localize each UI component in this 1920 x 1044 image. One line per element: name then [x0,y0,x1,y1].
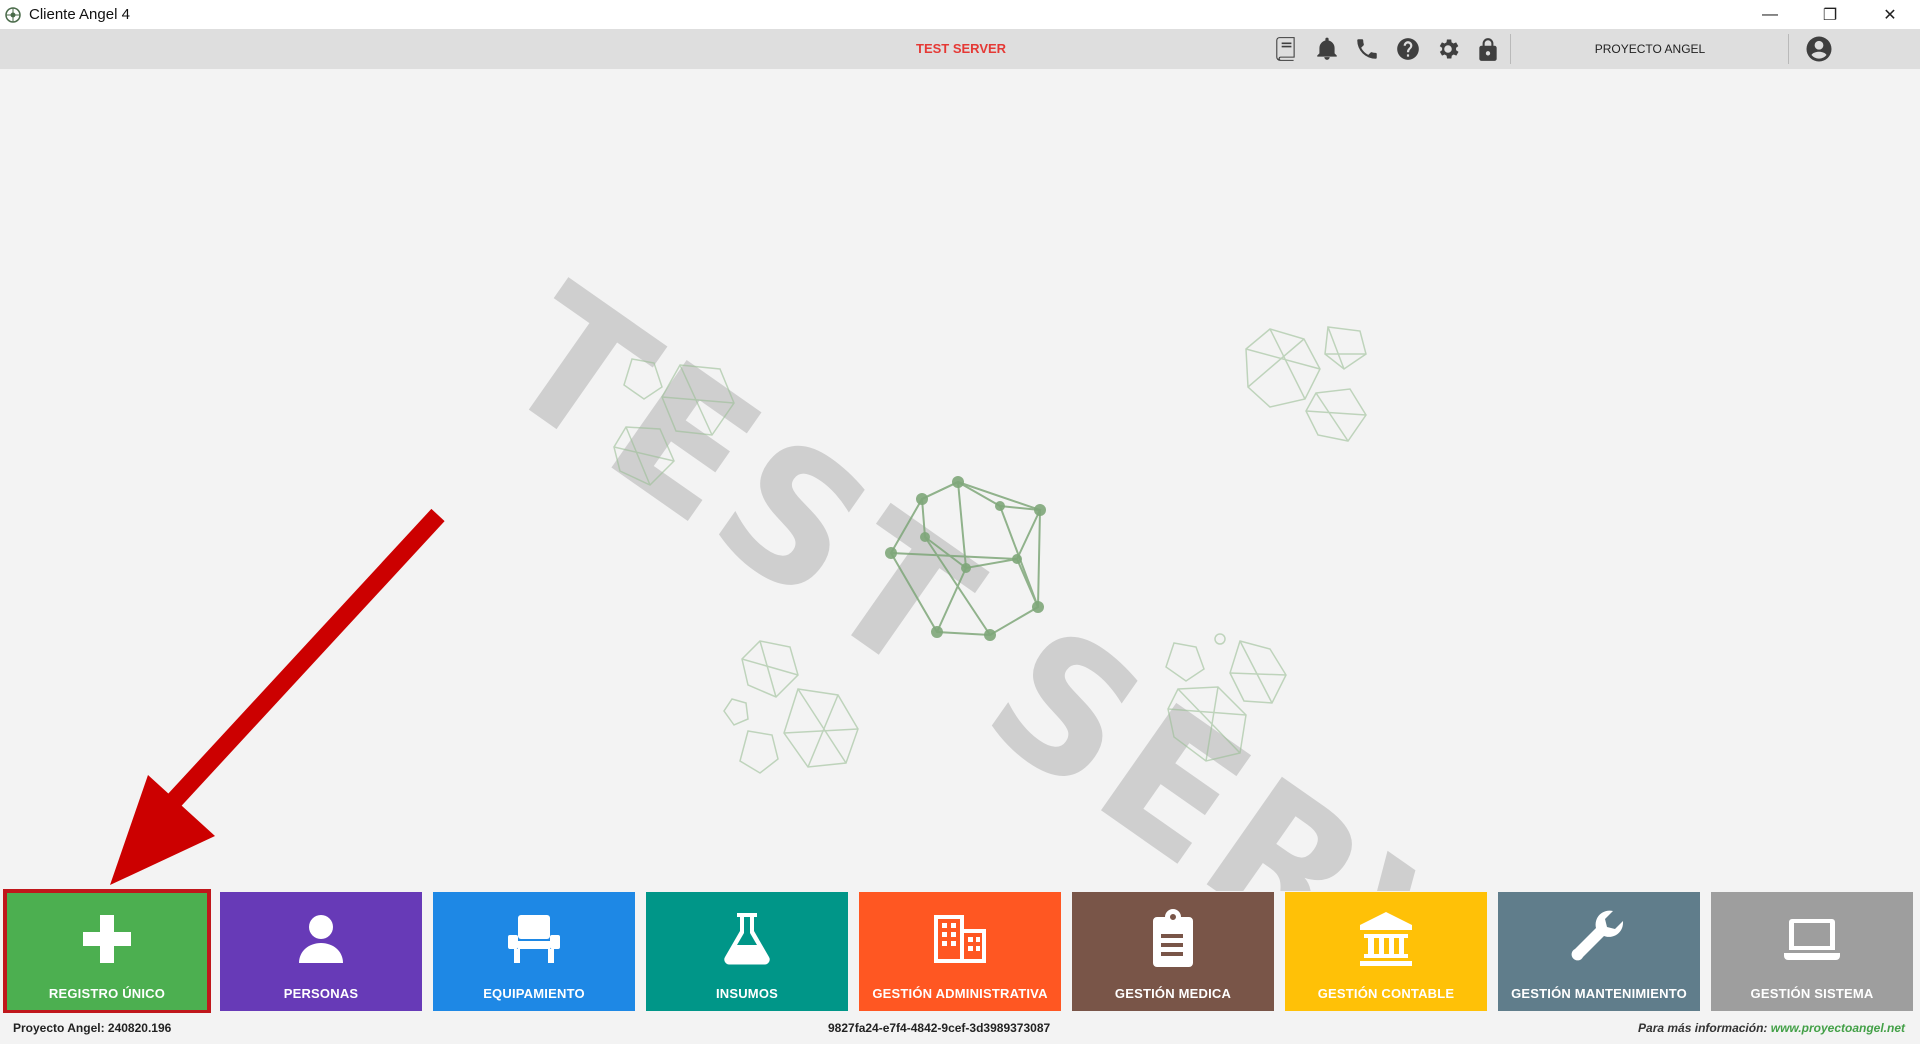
close-button[interactable]: ✕ [1860,0,1920,29]
molecule-background-graphic [613,326,1367,774]
help-icon[interactable] [1394,35,1422,63]
tile-label: GESTIÓN CONTABLE [1317,986,1455,1001]
info-text: Para más información: www.proyectoangel.… [1638,1021,1905,1035]
module-tiles: REGISTRO ÚNICO PERSONAS EQUIPAMIENTO INS… [0,889,1920,1014]
lock-icon[interactable] [1474,35,1502,63]
toolbar-divider [1788,34,1789,64]
minimize-button[interactable]: — [1740,0,1800,29]
building-icon [930,909,990,969]
status-bar: Proyecto Angel: 240820.196 9827fa24-e7f4… [0,1013,1920,1044]
gear-icon[interactable] [1434,35,1462,63]
flask-icon [717,909,777,969]
tile-label: GESTIÓN ADMINISTRATIVA [872,986,1048,1001]
bank-icon [1356,909,1416,969]
person-icon [291,909,351,969]
clipboard-icon [1143,909,1203,969]
chair-icon [504,909,564,969]
bell-icon[interactable] [1313,35,1341,63]
tile-label: EQUIPAMIENTO [483,986,585,1001]
main-canvas: TEST SERVER [0,69,1920,891]
book-icon[interactable] [1272,35,1300,63]
tile-label: GESTIÓN MEDICA [1114,986,1232,1001]
title-bar: Cliente Angel 4 — ❐ ✕ [0,0,1920,29]
tile-gestion-mantenimiento[interactable]: GESTIÓN MANTENIMIENTO [1498,892,1700,1011]
tile-label: GESTIÓN MANTENIMIENTO [1511,986,1687,1001]
session-id: 9827fa24-e7f4-4842-9cef-3d3989373087 [828,1021,1051,1035]
tile-equipamiento[interactable]: EQUIPAMIENTO [433,892,635,1011]
app-logo-icon [4,6,22,24]
project-label: PROYECTO ANGEL [1594,42,1706,56]
toolbar-divider [1510,34,1511,64]
info-label: Para más información: [1638,1021,1768,1035]
tile-label: REGISTRO ÚNICO [48,986,166,1001]
top-toolbar: TEST SERVER PROYECTO ANGEL [0,29,1920,69]
wrench-icon [1569,909,1629,969]
website-link[interactable]: www.proyectoangel.net [1771,1021,1905,1035]
tile-registro-unico[interactable]: REGISTRO ÚNICO [3,889,211,1014]
tile-label: INSUMOS [715,986,779,1001]
user-account-icon[interactable] [1803,33,1835,65]
phone-icon[interactable] [1353,35,1381,63]
tile-personas[interactable]: PERSONAS [220,892,422,1011]
version-label: Proyecto Angel: 240820.196 [13,1021,172,1035]
tile-gestion-medica[interactable]: GESTIÓN MEDICA [1072,892,1274,1011]
tile-insumos[interactable]: INSUMOS [646,892,848,1011]
tile-gestion-sistema[interactable]: GESTIÓN SISTEMA [1711,892,1913,1011]
laptop-icon [1782,909,1842,969]
tile-gestion-administrativa[interactable]: GESTIÓN ADMINISTRATIVA [859,892,1061,1011]
restore-button[interactable]: ❐ [1800,0,1860,29]
window-title: Cliente Angel 4 [29,6,130,23]
tile-label: PERSONAS [283,986,359,1001]
tile-label: GESTIÓN SISTEMA [1750,986,1874,1001]
server-label: TEST SERVER [916,41,1007,56]
tile-gestion-contable[interactable]: GESTIÓN CONTABLE [1285,892,1487,1011]
plus-icon [77,909,137,969]
